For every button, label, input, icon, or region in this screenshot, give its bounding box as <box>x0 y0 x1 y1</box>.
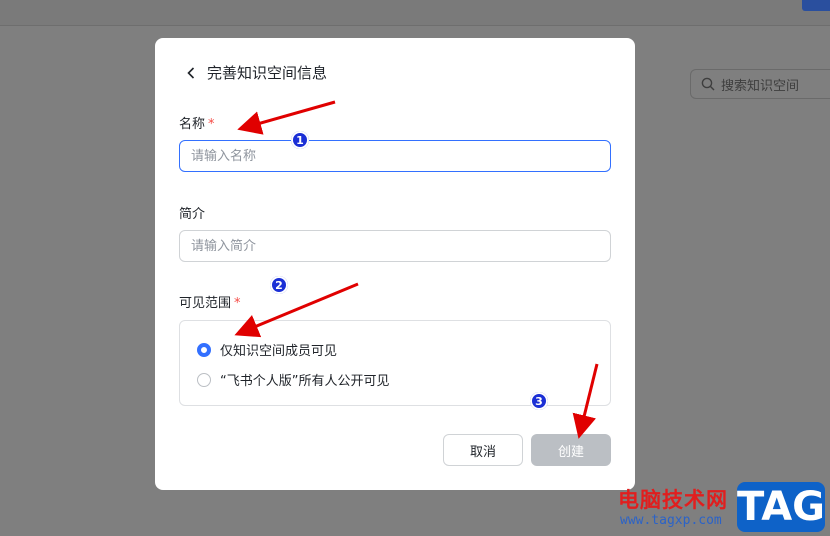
step-marker-1: 1 <box>291 131 309 149</box>
watermark-tag-logo: TAG <box>737 482 825 532</box>
arrow-to-name-label <box>237 100 336 135</box>
watermark-site-name: 电脑技术网 <box>618 488 728 512</box>
step-marker-2: 2 <box>270 276 288 294</box>
arrow-to-visibility-option <box>234 282 359 338</box>
watermark-url: www.tagxp.com <box>620 513 722 528</box>
annotation-arrows <box>234 100 599 439</box>
step-marker-3: 3 <box>530 392 548 410</box>
arrow-to-create-button <box>572 363 599 439</box>
